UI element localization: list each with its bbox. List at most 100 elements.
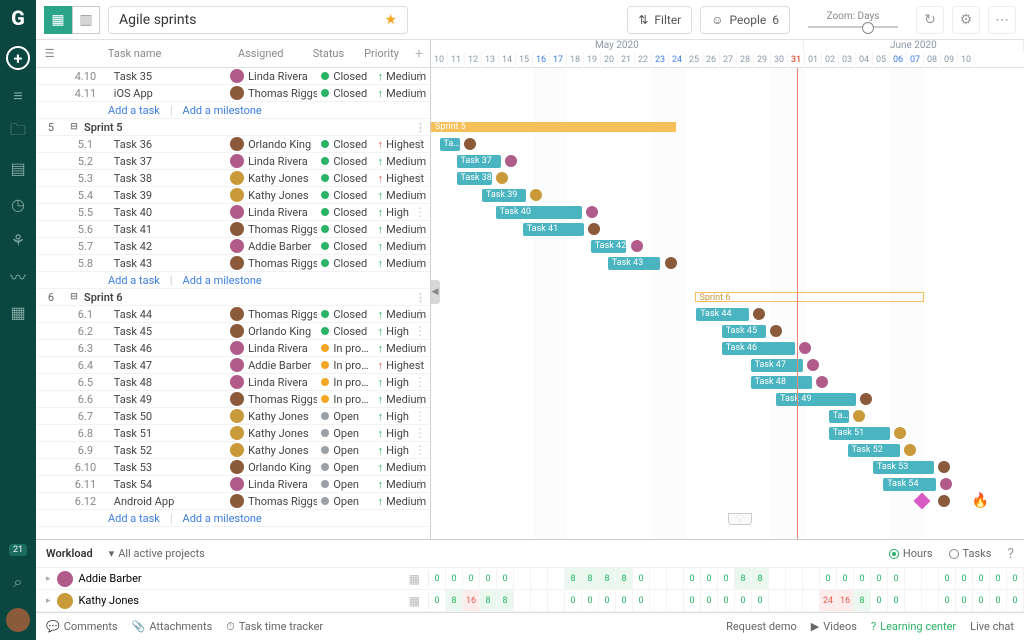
notification-badge[interactable]: 21	[9, 544, 27, 556]
status[interactable]: In pro…	[317, 376, 373, 389]
gantt-bar[interactable]: Task 48	[751, 376, 812, 389]
workload-cell[interactable]: 0	[939, 590, 956, 611]
workload-cell[interactable]: 0	[973, 568, 990, 589]
assignee[interactable]: Addie Barber	[230, 358, 317, 372]
add-task-link[interactable]: Add a task	[108, 512, 160, 525]
gantt-bar[interactable]: Task 45	[722, 325, 766, 338]
task-row[interactable]: 5.7 Task 42 Addie Barber Closed ↑Medium …	[36, 238, 430, 255]
assignee[interactable]: Addie Barber	[230, 239, 317, 253]
task-name[interactable]: Task 47	[106, 359, 230, 372]
row-more-icon[interactable]: ⋮	[414, 256, 426, 270]
col-name[interactable]: Task name	[102, 47, 220, 60]
workload-cell[interactable]: 0	[463, 568, 480, 589]
workload-cell[interactable]	[922, 568, 939, 589]
settings-icon[interactable]: ⚙	[952, 6, 980, 34]
day-cell[interactable]: 20	[601, 52, 618, 68]
row-more-icon[interactable]: ⋮	[414, 154, 426, 168]
workload-cell[interactable]: 0	[497, 568, 514, 589]
workload-cell[interactable]: 8	[616, 568, 633, 589]
workload-cell[interactable]: 8	[735, 568, 752, 589]
day-cell[interactable]: 29	[754, 52, 771, 68]
help-icon[interactable]: ?	[1007, 546, 1014, 562]
workload-cell[interactable]: 0	[888, 590, 905, 611]
day-cell[interactable]: 19	[584, 52, 601, 68]
row-more-icon[interactable]: ⋮	[414, 375, 426, 389]
workload-cell[interactable]: 0	[684, 568, 701, 589]
task-row[interactable]: 5.4 Task 39 Kathy Jones Closed ↑Medium ⋮	[36, 187, 430, 204]
day-cell[interactable]: 08	[924, 52, 941, 68]
tasks-radio[interactable]: Tasks	[949, 547, 992, 560]
user-avatar[interactable]	[57, 593, 73, 609]
workload-cell[interactable]: 0	[565, 590, 582, 611]
brand-logo[interactable]: G	[11, 6, 25, 30]
status[interactable]: Closed	[317, 87, 373, 100]
task-name[interactable]: iOS App	[106, 87, 230, 100]
day-cell[interactable]: 25	[686, 52, 703, 68]
videos-button[interactable]: ▶ Videos	[811, 620, 857, 633]
list-icon[interactable]: ▤	[8, 158, 28, 178]
task-row[interactable]: 5.8 Task 43 Thomas Riggs Closed ↑Medium …	[36, 255, 430, 272]
workload-cell[interactable]: 0	[446, 568, 463, 589]
assignee-avatar[interactable]	[938, 461, 950, 473]
expand-icon[interactable]: ▸	[46, 596, 51, 606]
collapse-icon[interactable]: ⊟	[66, 122, 82, 132]
workload-cell[interactable]	[769, 590, 786, 611]
gantt-bar[interactable]: Task 52	[848, 444, 901, 457]
gantt-bar[interactable]: Task 38	[457, 172, 493, 185]
row-more-icon[interactable]: ⋮	[414, 307, 426, 321]
status[interactable]: Open	[317, 478, 373, 491]
live-chat-button[interactable]: Live chat	[970, 620, 1014, 633]
task-name[interactable]: Task 41	[106, 223, 230, 236]
day-cell[interactable]: 09	[941, 52, 958, 68]
row-more-icon[interactable]: ⋮	[414, 239, 426, 253]
task-name[interactable]: Task 36	[106, 138, 230, 151]
workload-cell[interactable]: 0	[939, 568, 956, 589]
workload-cell[interactable]: 0	[1007, 590, 1024, 611]
gantt-bar[interactable]: Task 44	[696, 308, 749, 321]
sprint-bar[interactable]: Sprint 6	[695, 292, 925, 302]
assignee-avatar[interactable]	[753, 308, 765, 320]
day-cell[interactable]: 05	[873, 52, 890, 68]
day-cell[interactable]: 07	[907, 52, 924, 68]
assignee[interactable]: Kathy Jones	[230, 426, 317, 440]
workload-cell[interactable]: 8	[565, 568, 582, 589]
assignee-avatar[interactable]	[631, 240, 643, 252]
task-name[interactable]: Task 42	[106, 240, 230, 253]
sprint-bar[interactable]: Sprint 5	[431, 122, 676, 132]
status[interactable]: Closed	[317, 206, 373, 219]
workload-cell[interactable]	[548, 590, 565, 611]
workload-cell[interactable]: 0	[1007, 568, 1024, 589]
gantt-bar[interactable]: Task 41	[523, 223, 584, 236]
workload-cell[interactable]: 8	[854, 590, 871, 611]
more-icon[interactable]: ⋯	[988, 6, 1016, 34]
workload-cell[interactable]: 0	[990, 568, 1007, 589]
row-more-icon[interactable]: ⋮	[414, 358, 426, 372]
workload-cell[interactable]	[548, 568, 565, 589]
day-cell[interactable]: 01	[805, 52, 822, 68]
folder-icon[interactable]: 🗀	[8, 122, 28, 142]
hours-radio[interactable]: Hours	[889, 547, 933, 560]
assignee-avatar[interactable]	[853, 410, 865, 422]
row-more-icon[interactable]: ⋮	[414, 477, 426, 491]
day-cell[interactable]: 18	[567, 52, 584, 68]
day-cell[interactable]: 16	[533, 52, 550, 68]
task-name[interactable]: Task 49	[106, 393, 230, 406]
user-avatar[interactable]	[57, 571, 73, 587]
day-cell[interactable]: 13	[482, 52, 499, 68]
gantt-bar[interactable]: Task 49	[776, 393, 856, 406]
status[interactable]: Closed	[317, 257, 373, 270]
task-name[interactable]: Task 52	[106, 444, 230, 457]
search-icon[interactable]: ⌕	[8, 572, 28, 592]
status[interactable]: Closed	[317, 325, 373, 338]
workload-cell[interactable]	[531, 568, 548, 589]
workload-cell[interactable]: 0	[616, 590, 633, 611]
workload-cell[interactable]	[667, 590, 684, 611]
gantt-bar[interactable]: Ta…	[829, 410, 849, 423]
workload-cell[interactable]: 0	[956, 568, 973, 589]
assignee-avatar[interactable]	[938, 495, 950, 507]
assignee-avatar[interactable]	[860, 393, 872, 405]
workload-cell[interactable]	[514, 568, 531, 589]
filter-button[interactable]: ⇅ Filter	[627, 6, 692, 34]
assignee[interactable]: Kathy Jones	[230, 188, 317, 202]
gantt-bar[interactable]: Task 42	[591, 240, 627, 253]
